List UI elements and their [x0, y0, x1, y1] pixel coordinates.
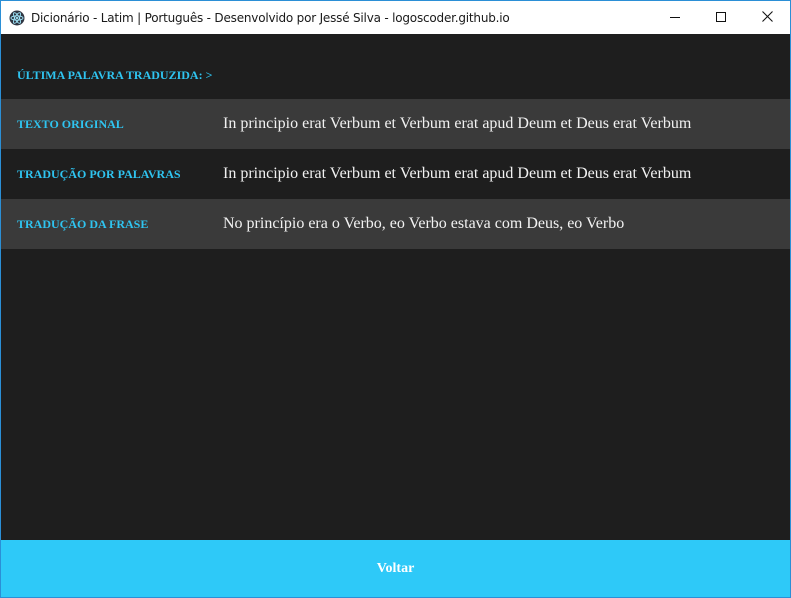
window-controls	[652, 1, 790, 34]
row-value: No princípio era o Verbo, eo Verbo estav…	[223, 215, 625, 232]
row-sentence-translation: TRADUÇÃO DA FRASE No princípio era o Ver…	[1, 199, 790, 249]
main-content: ÚLTIMA PALAVRA TRADUZIDA: > TEXTO ORIGIN…	[1, 34, 790, 540]
last-translated-word-label: ÚLTIMA PALAVRA TRADUZIDA: >	[17, 68, 213, 82]
row-label: TRADUÇÃO POR PALAVRAS	[17, 166, 181, 181]
row-label: TEXTO ORIGINAL	[17, 116, 124, 131]
electron-atom-icon	[9, 10, 25, 26]
close-icon	[761, 9, 773, 27]
row-label: TRADUÇÃO DA FRASE	[17, 216, 149, 231]
row-value: In principio erat Verbum et Verbum erat …	[223, 115, 692, 132]
row-original-text: TEXTO ORIGINAL In principio erat Verbum …	[1, 99, 790, 149]
minimize-button[interactable]	[652, 1, 698, 34]
title-bar[interactable]: Dicionário - Latim | Português - Desenvo…	[1, 1, 790, 34]
close-button[interactable]	[744, 1, 790, 34]
back-button[interactable]: Voltar	[1, 540, 790, 597]
minimize-icon	[670, 9, 680, 27]
row-word-translation: TRADUÇÃO POR PALAVRAS In principio erat …	[1, 149, 790, 199]
maximize-icon	[716, 9, 726, 27]
maximize-button[interactable]	[698, 1, 744, 34]
row-value: In principio erat Verbum et Verbum erat …	[223, 165, 692, 182]
app-window: Dicionário - Latim | Português - Desenvo…	[0, 0, 791, 598]
window-title: Dicionário - Latim | Português - Desenvo…	[31, 10, 510, 25]
